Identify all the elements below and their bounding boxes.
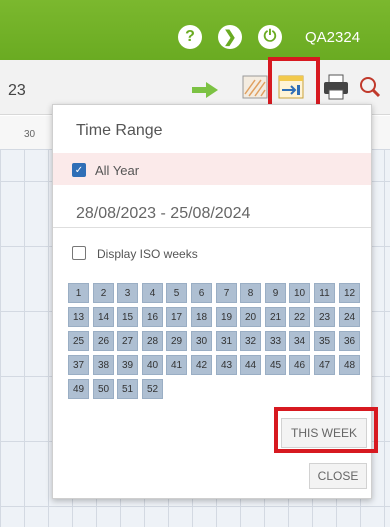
- week-cell-3[interactable]: 3: [117, 283, 138, 303]
- week-cell-9[interactable]: 9: [265, 283, 286, 303]
- all-year-checkbox[interactable]: ✓: [72, 163, 86, 177]
- iso-weeks-checkbox[interactable]: [72, 246, 86, 260]
- all-year-label[interactable]: All Year: [95, 163, 139, 178]
- week-cell-7[interactable]: 7: [216, 283, 237, 303]
- week-cell-33[interactable]: 33: [265, 331, 286, 351]
- week-cell-32[interactable]: 32: [240, 331, 261, 351]
- week-cell-26[interactable]: 26: [93, 331, 114, 351]
- week-cell-34[interactable]: 34: [289, 331, 310, 351]
- week-cell-21[interactable]: 21: [265, 307, 286, 327]
- week-cell-14[interactable]: 14: [93, 307, 114, 327]
- week-cell-46[interactable]: 46: [289, 355, 310, 375]
- week-cell-18[interactable]: 18: [191, 307, 212, 327]
- week-cell-40[interactable]: 40: [142, 355, 163, 375]
- week-cell-20[interactable]: 20: [240, 307, 261, 327]
- week-cell-5[interactable]: 5: [166, 283, 187, 303]
- close-button[interactable]: CLOSE: [309, 463, 367, 489]
- week-cell-22[interactable]: 22: [289, 307, 310, 327]
- year-label: 23: [8, 82, 26, 99]
- week-cell-2[interactable]: 2: [93, 283, 114, 303]
- week-cell-12[interactable]: 12: [339, 283, 360, 303]
- user-code[interactable]: QA2324: [305, 29, 360, 46]
- divider: [53, 227, 371, 228]
- week-cell-36[interactable]: 36: [339, 331, 360, 351]
- week-cell-39[interactable]: 39: [117, 355, 138, 375]
- week-cell-11[interactable]: 11: [314, 283, 335, 303]
- week-cell-27[interactable]: 27: [117, 331, 138, 351]
- print-icon[interactable]: [322, 72, 350, 102]
- week-cell-48[interactable]: 48: [339, 355, 360, 375]
- week-cell-44[interactable]: 44: [240, 355, 261, 375]
- day-label: 30: [24, 129, 36, 140]
- week-cell-17[interactable]: 17: [166, 307, 187, 327]
- week-cell-47[interactable]: 47: [314, 355, 335, 375]
- popup-title: Time Range: [76, 122, 163, 139]
- week-cell-25[interactable]: 25: [68, 331, 89, 351]
- week-cell-50[interactable]: 50: [93, 379, 114, 399]
- week-cell-51[interactable]: 51: [117, 379, 138, 399]
- week-cell-16[interactable]: 16: [142, 307, 163, 327]
- week-cell-43[interactable]: 43: [216, 355, 237, 375]
- pattern-icon[interactable]: [241, 72, 269, 102]
- week-cell-15[interactable]: 15: [117, 307, 138, 327]
- week-cell-13[interactable]: 13: [68, 307, 89, 327]
- week-cell-28[interactable]: 28: [142, 331, 163, 351]
- search-icon[interactable]: [356, 72, 384, 102]
- week-cell-52[interactable]: 52: [142, 379, 163, 399]
- iso-weeks-label[interactable]: Display ISO weeks: [97, 247, 198, 261]
- week-cell-10[interactable]: 10: [289, 283, 310, 303]
- week-cell-45[interactable]: 45: [265, 355, 286, 375]
- week-cell-35[interactable]: 35: [314, 331, 335, 351]
- week-cell-49[interactable]: 49: [68, 379, 89, 399]
- week-cell-1[interactable]: 1: [68, 283, 89, 303]
- top-bar: ? ❯ ⏻ QA2324: [0, 0, 390, 60]
- week-cell-19[interactable]: 19: [216, 307, 237, 327]
- week-cell-29[interactable]: 29: [166, 331, 187, 351]
- week-cell-4[interactable]: 4: [142, 283, 163, 303]
- this-week-highlight: [274, 407, 378, 453]
- help-icon[interactable]: ?: [178, 25, 202, 49]
- week-cell-31[interactable]: 31: [216, 331, 237, 351]
- power-icon[interactable]: ⏻: [258, 25, 282, 49]
- all-year-row[interactable]: ✓ All Year: [53, 153, 371, 185]
- date-range: 28/08/2023 - 25/08/2024: [76, 205, 251, 222]
- week-cell-41[interactable]: 41: [166, 355, 187, 375]
- week-cell-6[interactable]: 6: [191, 283, 212, 303]
- week-cell-23[interactable]: 23: [314, 307, 335, 327]
- week-cell-42[interactable]: 42: [191, 355, 212, 375]
- week-cell-24[interactable]: 24: [339, 307, 360, 327]
- week-cell-8[interactable]: 8: [240, 283, 261, 303]
- week-cell-37[interactable]: 37: [68, 355, 89, 375]
- next-icon[interactable]: ❯: [218, 25, 242, 49]
- arrow-right-icon[interactable]: [190, 80, 220, 100]
- week-cell-38[interactable]: 38: [93, 355, 114, 375]
- week-cell-30[interactable]: 30: [191, 331, 212, 351]
